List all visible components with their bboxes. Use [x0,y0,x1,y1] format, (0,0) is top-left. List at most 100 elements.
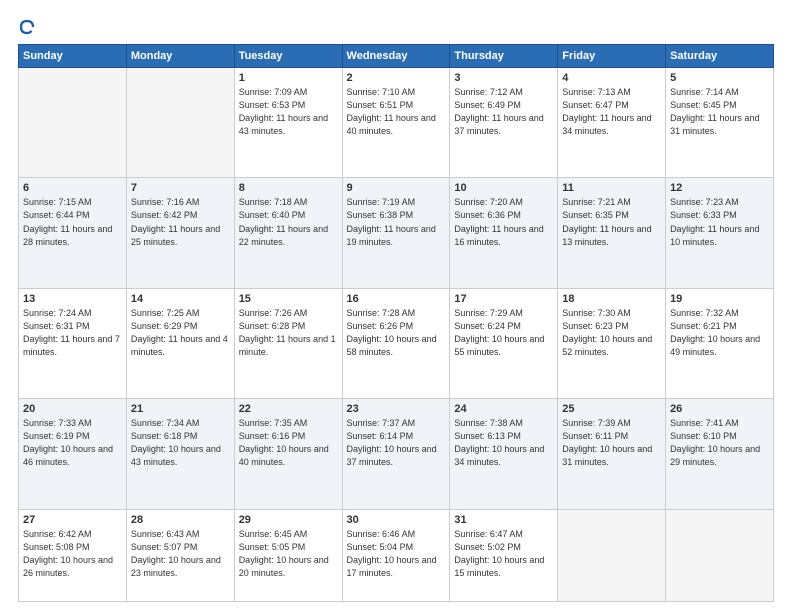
day-number: 19 [670,293,769,305]
day-number: 2 [347,72,446,84]
day-number: 15 [239,293,338,305]
day-number: 27 [23,514,122,526]
calendar-cell [558,509,666,601]
day-number: 11 [562,182,661,194]
day-detail: Sunrise: 7:25 AMSunset: 6:29 PMDaylight:… [131,307,230,359]
calendar-cell: 13 Sunrise: 7:24 AMSunset: 6:31 PMDayligh… [19,288,127,398]
day-number: 13 [23,293,122,305]
calendar-cell: 15 Sunrise: 7:26 AMSunset: 6:28 PMDayligh… [234,288,342,398]
day-number: 31 [454,514,553,526]
calendar-cell: 23Sunrise: 7:37 AMSunset: 6:14 PMDayligh… [342,399,450,509]
weekday-header: Friday [558,45,666,68]
day-number: 21 [131,403,230,415]
calendar-cell: 31 Sunrise: 6:47 AMSunset: 5:02 PMDayligh… [450,509,558,601]
calendar-cell: 11 Sunrise: 7:21 AMSunset: 6:35 PMDayligh… [558,178,666,288]
day-detail: Sunrise: 7:34 AMSunset: 6:18 PMDaylight:… [131,417,230,469]
calendar-cell: 28 Sunrise: 6:43 AMSunset: 5:07 PMDayligh… [126,509,234,601]
weekday-header: Thursday [450,45,558,68]
calendar-cell: 9Sunrise: 7:19 AMSunset: 6:38 PMDaylight… [342,178,450,288]
day-detail: Sunrise: 7:37 AMSunset: 6:14 PMDaylight:… [347,417,446,469]
weekday-header: Monday [126,45,234,68]
day-detail: Sunrise: 7:21 AMSunset: 6:35 PMDaylight:… [562,196,661,248]
day-detail: Sunrise: 7:39 AMSunset: 6:11 PMDaylight:… [562,417,661,469]
calendar-cell: 5 Sunrise: 7:14 AMSunset: 6:45 PMDaylight… [666,68,774,178]
calendar-cell: 22Sunrise: 7:35 AMSunset: 6:16 PMDayligh… [234,399,342,509]
day-number: 5 [670,72,769,84]
day-detail: Sunrise: 7:23 AMSunset: 6:33 PMDaylight:… [670,196,769,248]
calendar-cell: 10 Sunrise: 7:20 AMSunset: 6:36 PMDayligh… [450,178,558,288]
day-detail: Sunrise: 7:33 AMSunset: 6:19 PMDaylight:… [23,417,122,469]
day-number: 28 [131,514,230,526]
day-detail: Sunrise: 7:15 AMSunset: 6:44 PMDaylight:… [23,196,122,248]
calendar-cell: 7Sunrise: 7:16 AMSunset: 6:42 PMDaylight… [126,178,234,288]
logo [18,18,38,36]
day-number: 6 [23,182,122,194]
day-number: 8 [239,182,338,194]
day-number: 20 [23,403,122,415]
day-number: 16 [347,293,446,305]
day-detail: Sunrise: 7:12 AMSunset: 6:49 PMDaylight:… [454,86,553,138]
calendar-cell [19,68,127,178]
calendar-cell: 25 Sunrise: 7:39 AMSunset: 6:11 PMDayligh… [558,399,666,509]
calendar-cell: 2 Sunrise: 7:10 AMSunset: 6:51 PMDaylight… [342,68,450,178]
day-detail: Sunrise: 6:46 AMSunset: 5:04 PMDaylight:… [347,528,446,580]
day-number: 10 [454,182,553,194]
day-detail: Sunrise: 6:42 AMSunset: 5:08 PMDaylight:… [23,528,122,580]
calendar-cell: 6 Sunrise: 7:15 AMSunset: 6:44 PMDaylight… [19,178,127,288]
calendar-cell: 14Sunrise: 7:25 AMSunset: 6:29 PMDayligh… [126,288,234,398]
calendar-cell: 19 Sunrise: 7:32 AMSunset: 6:21 PMDayligh… [666,288,774,398]
calendar-cell: 21 Sunrise: 7:34 AMSunset: 6:18 PMDayligh… [126,399,234,509]
day-detail: Sunrise: 7:30 AMSunset: 6:23 PMDaylight:… [562,307,661,359]
calendar-cell: 20 Sunrise: 7:33 AMSunset: 6:19 PMDayligh… [19,399,127,509]
day-detail: Sunrise: 7:35 AMSunset: 6:16 PMDaylight:… [239,417,338,469]
day-number: 29 [239,514,338,526]
calendar-table: SundayMondayTuesdayWednesdayThursdayFrid… [18,44,774,602]
calendar-week-row: 6 Sunrise: 7:15 AMSunset: 6:44 PMDaylight… [19,178,774,288]
calendar-cell: 1 Sunrise: 7:09 AMSunset: 6:53 PMDaylight… [234,68,342,178]
day-detail: Sunrise: 7:14 AMSunset: 6:45 PMDaylight:… [670,86,769,138]
day-detail: Sunrise: 7:32 AMSunset: 6:21 PMDaylight:… [670,307,769,359]
day-detail: Sunrise: 7:26 AMSunset: 6:28 PMDaylight:… [239,307,338,359]
calendar-cell: 3Sunrise: 7:12 AMSunset: 6:49 PMDaylight… [450,68,558,178]
calendar-cell: 8 Sunrise: 7:18 AMSunset: 6:40 PMDaylight… [234,178,342,288]
calendar-cell: 18 Sunrise: 7:30 AMSunset: 6:23 PMDayligh… [558,288,666,398]
day-number: 4 [562,72,661,84]
day-detail: Sunrise: 7:10 AMSunset: 6:51 PMDaylight:… [347,86,446,138]
day-detail: Sunrise: 7:29 AMSunset: 6:24 PMDaylight:… [454,307,553,359]
calendar-header-row: SundayMondayTuesdayWednesdayThursdayFrid… [19,45,774,68]
calendar-cell: 27 Sunrise: 6:42 AMSunset: 5:08 PMDayligh… [19,509,127,601]
day-detail: Sunrise: 7:13 AMSunset: 6:47 PMDaylight:… [562,86,661,138]
calendar-cell: 4 Sunrise: 7:13 AMSunset: 6:47 PMDaylight… [558,68,666,178]
calendar-cell: 16 Sunrise: 7:28 AMSunset: 6:26 PMDayligh… [342,288,450,398]
calendar-cell: 17 Sunrise: 7:29 AMSunset: 6:24 PMDayligh… [450,288,558,398]
day-detail: Sunrise: 6:47 AMSunset: 5:02 PMDaylight:… [454,528,553,580]
calendar-cell: 26Sunrise: 7:41 AMSunset: 6:10 PMDayligh… [666,399,774,509]
day-detail: Sunrise: 7:09 AMSunset: 6:53 PMDaylight:… [239,86,338,138]
day-number: 18 [562,293,661,305]
day-detail: Sunrise: 7:20 AMSunset: 6:36 PMDaylight:… [454,196,553,248]
calendar-cell: 24 Sunrise: 7:38 AMSunset: 6:13 PMDayligh… [450,399,558,509]
calendar-week-row: 1 Sunrise: 7:09 AMSunset: 6:53 PMDaylight… [19,68,774,178]
calendar-week-row: 13 Sunrise: 7:24 AMSunset: 6:31 PMDayligh… [19,288,774,398]
day-detail: Sunrise: 7:38 AMSunset: 6:13 PMDaylight:… [454,417,553,469]
day-detail: Sunrise: 7:24 AMSunset: 6:31 PMDaylight:… [23,307,122,359]
header [18,18,774,36]
day-number: 7 [131,182,230,194]
weekday-header: Sunday [19,45,127,68]
logo-icon [18,18,36,36]
day-number: 1 [239,72,338,84]
day-number: 12 [670,182,769,194]
calendar-week-row: 20 Sunrise: 7:33 AMSunset: 6:19 PMDayligh… [19,399,774,509]
day-number: 26 [670,403,769,415]
calendar-cell: 30Sunrise: 6:46 AMSunset: 5:04 PMDayligh… [342,509,450,601]
weekday-header: Tuesday [234,45,342,68]
day-detail: Sunrise: 7:28 AMSunset: 6:26 PMDaylight:… [347,307,446,359]
calendar-cell [126,68,234,178]
day-detail: Sunrise: 7:18 AMSunset: 6:40 PMDaylight:… [239,196,338,248]
day-detail: Sunrise: 6:43 AMSunset: 5:07 PMDaylight:… [131,528,230,580]
calendar-cell: 12 Sunrise: 7:23 AMSunset: 6:33 PMDayligh… [666,178,774,288]
day-number: 17 [454,293,553,305]
calendar-week-row: 27 Sunrise: 6:42 AMSunset: 5:08 PMDayligh… [19,509,774,601]
day-number: 24 [454,403,553,415]
day-number: 25 [562,403,661,415]
